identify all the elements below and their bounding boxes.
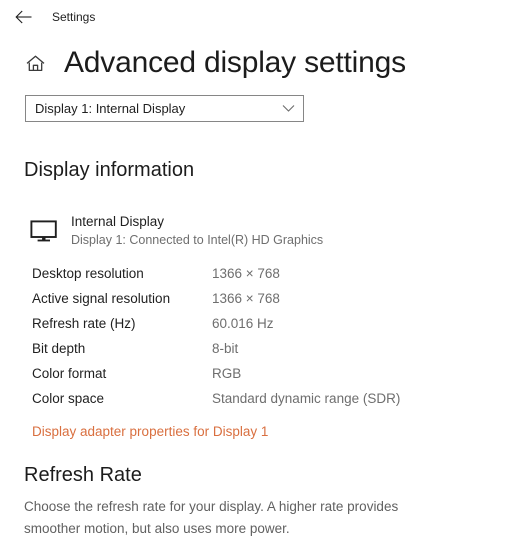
row-value: 60.016 Hz <box>212 316 274 331</box>
display-selector-value: Display 1: Internal Display <box>35 101 186 116</box>
table-row: Bit depth 8-bit <box>32 341 472 366</box>
row-label: Active signal resolution <box>32 291 171 306</box>
display-selector-dropdown[interactable]: Display 1: Internal Display <box>25 95 304 122</box>
home-icon <box>25 54 46 73</box>
page-header: Advanced display settings <box>20 48 406 78</box>
section-heading-refresh-rate: Refresh Rate <box>24 464 142 486</box>
table-row: Color format RGB <box>32 366 472 391</box>
table-row: Desktop resolution 1366 × 768 <box>32 266 472 291</box>
page-title: Advanced display settings <box>64 46 406 79</box>
device-name: Internal Display <box>71 214 165 229</box>
display-adapter-properties-link[interactable]: Display adapter properties for Display 1 <box>32 424 268 439</box>
row-label: Bit depth <box>32 341 86 356</box>
section-heading-display-information: Display information <box>24 159 195 181</box>
row-label: Refresh rate (Hz) <box>32 316 136 331</box>
row-label: Color space <box>32 391 105 406</box>
titlebar: Settings <box>0 0 520 34</box>
row-value: 1366 × 768 <box>212 291 280 306</box>
row-label: Color format <box>32 366 107 381</box>
row-value: 1366 × 768 <box>212 266 280 281</box>
chevron-down-icon <box>273 104 303 113</box>
back-button[interactable] <box>8 2 40 32</box>
device-subtitle: Display 1: Connected to Intel(R) HD Grap… <box>71 233 324 247</box>
breadcrumb: Settings <box>52 10 96 24</box>
refresh-rate-description: Choose the refresh rate for your display… <box>24 499 399 536</box>
display-information-table: Desktop resolution 1366 × 768 Active sig… <box>32 266 472 416</box>
home-button[interactable] <box>20 48 50 78</box>
monitor-icon <box>30 213 66 245</box>
table-row: Color space Standard dynamic range (SDR) <box>32 391 472 416</box>
device-summary: Internal Display Display 1: Connected to… <box>30 213 323 249</box>
row-label: Desktop resolution <box>32 266 144 281</box>
row-value: RGB <box>212 366 242 381</box>
back-arrow-icon <box>14 10 34 24</box>
row-value: Standard dynamic range (SDR) <box>212 391 401 406</box>
device-text-group: Internal Display Display 1: Connected to… <box>71 213 323 249</box>
table-row: Refresh rate (Hz) 60.016 Hz <box>32 316 472 341</box>
table-row: Active signal resolution 1366 × 768 <box>32 291 472 316</box>
row-value: 8-bit <box>212 341 239 356</box>
